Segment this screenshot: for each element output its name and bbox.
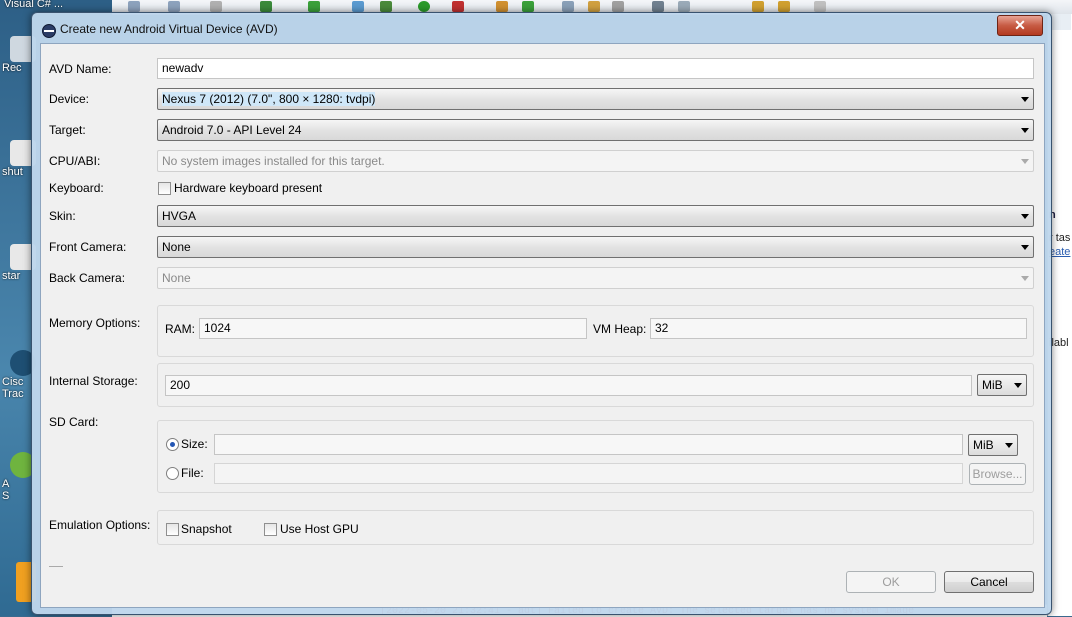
front-camera-label: Front Camera: <box>49 240 127 254</box>
refresh-icon[interactable] <box>522 1 534 12</box>
device-value: Nexus 7 (2012) (7.0", 800 × 1280: tvdpi) <box>162 92 376 106</box>
chevron-down-icon <box>1014 383 1022 388</box>
sd-size-input[interactable] <box>214 434 963 455</box>
snapshot-checkbox[interactable] <box>166 523 179 536</box>
desktop-icon-label: Rec <box>2 62 22 74</box>
dialog-content: AVD Name: newadv Device: Nexus 7 (2012) … <box>40 43 1045 608</box>
chevron-down-icon <box>1021 214 1029 219</box>
next-icon[interactable] <box>814 1 826 12</box>
separator <box>49 566 63 567</box>
desktop-icon-label: A S <box>2 478 10 502</box>
cpu-abi-label: CPU/ABI: <box>49 154 101 168</box>
vm-heap-label: VM Heap: <box>593 322 647 336</box>
debug-icon[interactable] <box>380 1 392 12</box>
run-icon[interactable] <box>418 1 430 12</box>
dialog-title: Create new Android Virtual Device (AVD) <box>60 22 278 36</box>
front-camera-value: None <box>162 240 191 254</box>
chevron-down-icon <box>1005 443 1013 448</box>
sd-file-radio[interactable] <box>166 467 179 480</box>
cpu-abi-value: No system images installed for this targ… <box>162 154 385 168</box>
chevron-down-icon <box>1021 245 1029 250</box>
memory-options-label: Memory Options: <box>49 316 141 330</box>
pane-tab[interactable] <box>1049 14 1071 30</box>
avd-dialog: Create new Android Virtual Device (AVD) … <box>31 12 1052 615</box>
front-camera-select[interactable]: None <box>157 236 1034 258</box>
cancel-button[interactable]: Cancel <box>944 571 1034 593</box>
external-tools-icon[interactable] <box>452 1 464 12</box>
chevron-down-icon <box>1021 276 1029 281</box>
internal-storage-input[interactable]: 200 <box>165 375 972 396</box>
memory-options-group: RAM: 1024 VM Heap: 32 <box>157 305 1034 357</box>
back-camera-value: None <box>162 271 191 285</box>
target-select[interactable]: Android 7.0 - API Level 24 <box>157 119 1034 141</box>
emulation-options-label: Emulation Options: <box>49 518 151 532</box>
desktop-icon-label: Cisc Trac <box>2 376 24 400</box>
avd-name-input[interactable]: newadv <box>157 58 1034 79</box>
desktop-icon-label: star <box>2 270 21 282</box>
annotation-icon[interactable] <box>678 1 690 12</box>
check-icon[interactable] <box>308 1 320 12</box>
browse-button[interactable]: Browse... <box>969 463 1026 485</box>
sd-size-radio[interactable] <box>166 438 179 451</box>
desktop-icon-label: shut <box>2 166 23 178</box>
target-label: Target: <box>49 123 86 137</box>
unit-value: MiB <box>973 438 994 452</box>
lint-icon[interactable] <box>352 1 364 12</box>
close-button[interactable]: ✕ <box>997 15 1043 36</box>
target-value: Android 7.0 - API Level 24 <box>162 123 302 137</box>
ram-label: RAM: <box>165 322 195 336</box>
ram-input[interactable]: 1024 <box>199 318 587 339</box>
sd-file-input[interactable] <box>214 463 963 484</box>
ok-button[interactable]: OK <box>846 571 936 593</box>
host-gpu-checkbox[interactable] <box>264 523 277 536</box>
sd-size-label[interactable]: Size: <box>181 437 208 451</box>
pen-icon[interactable] <box>612 1 624 12</box>
device-label: Device: <box>49 92 90 106</box>
chevron-down-icon <box>1021 97 1029 102</box>
forward-icon[interactable] <box>778 1 790 12</box>
pane-link[interactable]: eate <box>1049 246 1070 258</box>
skin-label: Skin: <box>49 209 76 223</box>
sd-file-label[interactable]: File: <box>181 466 204 480</box>
internal-storage-unit-select[interactable]: MiB <box>977 374 1027 396</box>
cpu-abi-select[interactable]: No system images installed for this targ… <box>157 150 1034 172</box>
device-select[interactable]: Nexus 7 (2012) (7.0", 800 × 1280: tvdpi) <box>157 88 1034 110</box>
back-icon[interactable] <box>752 1 764 12</box>
chevron-down-icon <box>1021 128 1029 133</box>
back-camera-label: Back Camera: <box>49 271 126 285</box>
avd-name-label: AVD Name: <box>49 62 112 76</box>
search-icon[interactable] <box>652 1 664 12</box>
sd-size-unit-select[interactable]: MiB <box>968 434 1018 456</box>
sd-card-label: SD Card: <box>49 415 99 429</box>
folder-icon[interactable] <box>588 1 600 12</box>
emulation-options-group: Snapshot Use Host GPU <box>157 510 1034 545</box>
internal-storage-label: Internal Storage: <box>49 374 138 388</box>
eclipse-icon <box>42 24 56 38</box>
hardware-keyboard-checkbox[interactable] <box>158 182 171 195</box>
new-class-icon[interactable] <box>496 1 508 12</box>
snapshot-label[interactable]: Snapshot <box>181 522 232 536</box>
vm-heap-input[interactable]: 32 <box>650 318 1027 339</box>
back-camera-select[interactable]: None <box>157 267 1034 289</box>
dialog-titlebar[interactable]: Create new Android Virtual Device (AVD) … <box>32 13 1051 43</box>
sd-card-group: Size: MiB File: Browse... <box>157 420 1034 493</box>
internal-storage-group: 200 MiB <box>157 363 1034 407</box>
hardware-keyboard-label[interactable]: Hardware keyboard present <box>174 181 322 195</box>
host-gpu-label[interactable]: Use Host GPU <box>280 522 359 536</box>
chevron-down-icon <box>1021 159 1029 164</box>
save-icon[interactable] <box>210 1 222 12</box>
pane-text: r tas <box>1049 232 1071 244</box>
open-type-icon[interactable] <box>562 1 574 12</box>
open-icon[interactable] <box>168 1 180 12</box>
keyboard-label: Keyboard: <box>49 181 104 195</box>
android-sdk-icon[interactable] <box>260 1 272 12</box>
skin-value: HVGA <box>162 209 197 223</box>
desktop-window-title: Visual C# ... <box>4 0 64 10</box>
unit-value: MiB <box>982 378 1003 392</box>
skin-select[interactable]: HVGA <box>157 205 1034 227</box>
new-icon[interactable] <box>128 1 140 12</box>
